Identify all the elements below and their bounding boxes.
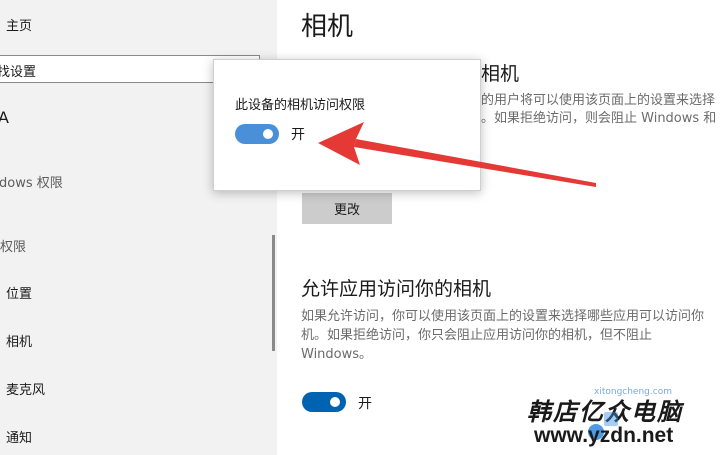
apps-section-heading: 允许应用访问你的相机 bbox=[301, 278, 492, 300]
sidebar-section-heading: A bbox=[0, 108, 9, 127]
sidebar-scrollbar[interactable] bbox=[272, 235, 275, 351]
device-camera-toggle[interactable] bbox=[235, 124, 279, 144]
device-desc-line-2: 。如果拒绝访问，则会阻止 Windows 和 bbox=[481, 111, 717, 126]
sidebar-app-permissions: 权限 bbox=[0, 240, 27, 255]
sidebar-windows-permissions: dows 权限 bbox=[0, 176, 63, 191]
sidebar-item-camera[interactable]: 相机 bbox=[6, 331, 32, 350]
search-placeholder: 找设置 bbox=[0, 65, 37, 80]
sidebar-item-location[interactable]: 位置 bbox=[6, 283, 32, 302]
flyout-title: 此设备的相机访问权限 bbox=[235, 98, 366, 113]
toggle-knob bbox=[263, 129, 273, 139]
apps-desc-line-2: 机。如果拒绝访问，你只会阻止应用访问你的相机，但不阻止 bbox=[301, 328, 653, 343]
sidebar-item-notifications[interactable]: 通知 bbox=[6, 427, 32, 446]
change-button[interactable]: 更改 bbox=[302, 193, 392, 224]
flyout-toggle-label: 开 bbox=[291, 127, 305, 143]
sidebar-item-microphone[interactable]: 麦克风 bbox=[6, 379, 45, 398]
device-section-heading: 相机 bbox=[481, 63, 520, 85]
toggle-knob bbox=[330, 397, 340, 407]
camera-access-flyout: 此设备的相机访问权限 开 bbox=[213, 59, 481, 191]
apps-camera-toggle[interactable] bbox=[302, 392, 346, 412]
sidebar-home[interactable]: 主页 bbox=[6, 15, 32, 34]
page-title: 相机 bbox=[301, 12, 354, 42]
watermark-line-2: www.yzdn.net bbox=[534, 424, 674, 447]
apps-toggle-label: 开 bbox=[358, 396, 372, 412]
apps-desc-line-1: 如果允许访问，你可以使用该页面上的设置来选择哪些应用可以访问你 bbox=[301, 309, 705, 324]
apps-desc-line-3: Windows。 bbox=[301, 347, 373, 362]
